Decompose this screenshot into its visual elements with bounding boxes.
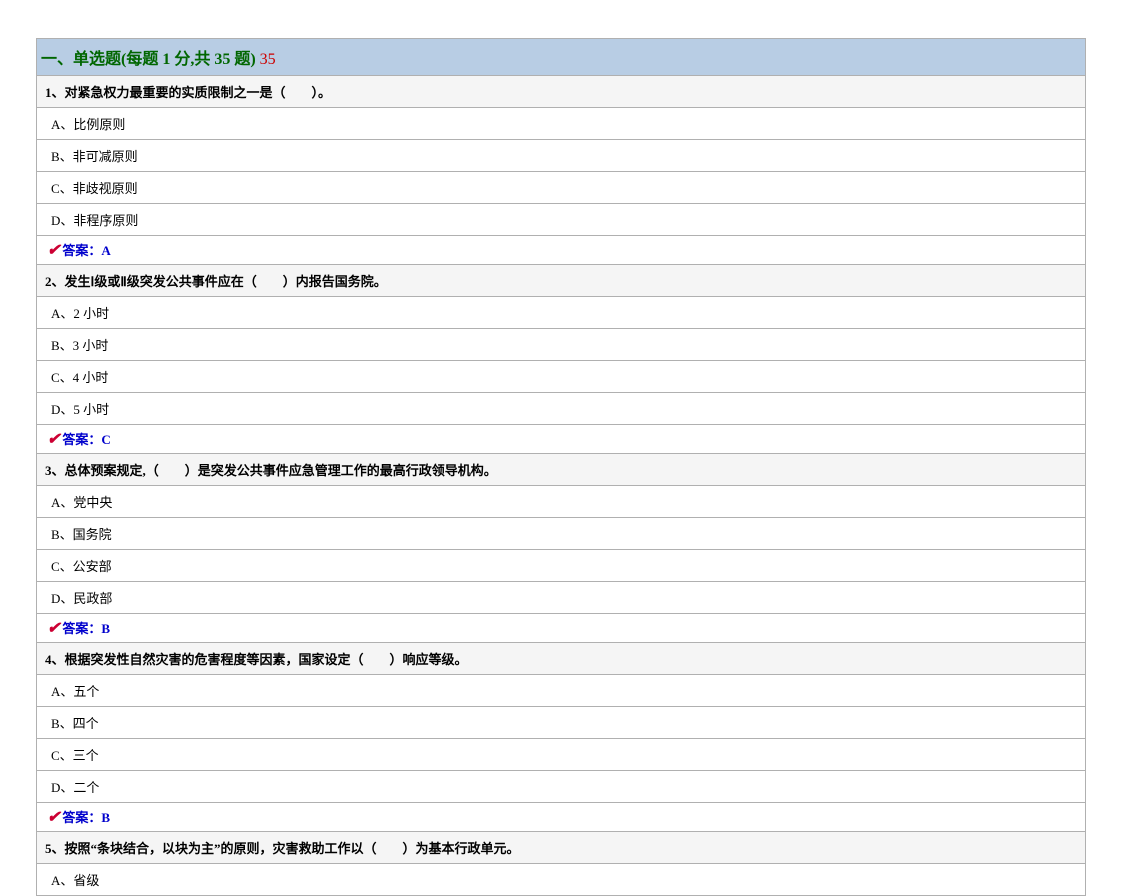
check-icon: ✔ [47,431,60,448]
question-stem: 1、对紧急权力最重要的实质限制之一是（ ）。 [37,76,1086,108]
answer-cell: ✔答案：A [37,236,1086,265]
answer-label: 答案： [62,243,101,258]
option: B、国务院 [37,518,1086,550]
option: D、非程序原则 [37,204,1086,236]
answer-value: B [101,810,110,825]
option: D、民政部 [37,582,1086,614]
check-icon: ✔ [47,620,60,637]
answer-cell: ✔答案：B [37,614,1086,643]
quiz-table: 一、单选题(每题 1 分,共 35 题)351、对紧急权力最重要的实质限制之一是… [36,38,1086,896]
option: D、5 小时 [37,393,1086,425]
check-icon: ✔ [47,242,60,259]
option: A、五个 [37,675,1086,707]
option: C、公安部 [37,550,1086,582]
option: B、非可减原则 [37,140,1086,172]
answer-value: A [101,243,110,258]
option: B、3 小时 [37,329,1086,361]
option: A、2 小时 [37,297,1086,329]
option: C、非歧视原则 [37,172,1086,204]
option: C、三个 [37,739,1086,771]
question-stem: 5、按照“条块结合，以块为主”的原则，灾害救助工作以（ ）为基本行政单元。 [37,832,1086,864]
option: B、四个 [37,707,1086,739]
answer-value: C [101,432,110,447]
option: A、省级 [37,864,1086,896]
section-title: 一、单选题(每题 1 分,共 35 题) [41,51,256,68]
option: D、二个 [37,771,1086,803]
question-stem: 3、总体预案规定,（ ）是突发公共事件应急管理工作的最高行政领导机构。 [37,454,1086,486]
option: A、党中央 [37,486,1086,518]
option: C、4 小时 [37,361,1086,393]
section-count: 35 [260,51,276,68]
answer-cell: ✔答案：B [37,803,1086,832]
answer-cell: ✔答案：C [37,425,1086,454]
answer-label: 答案： [62,432,101,447]
answer-label: 答案： [62,621,101,636]
answer-label: 答案： [62,810,101,825]
answer-value: B [101,621,110,636]
option: A、比例原则 [37,108,1086,140]
question-stem: 4、根据突发性自然灾害的危害程度等因素，国家设定（ ）响应等级。 [37,643,1086,675]
check-icon: ✔ [47,809,60,826]
section-header: 一、单选题(每题 1 分,共 35 题)35 [37,39,1086,76]
question-stem: 2、发生Ⅰ级或Ⅱ级突发公共事件应在（ ）内报告国务院。 [37,265,1086,297]
